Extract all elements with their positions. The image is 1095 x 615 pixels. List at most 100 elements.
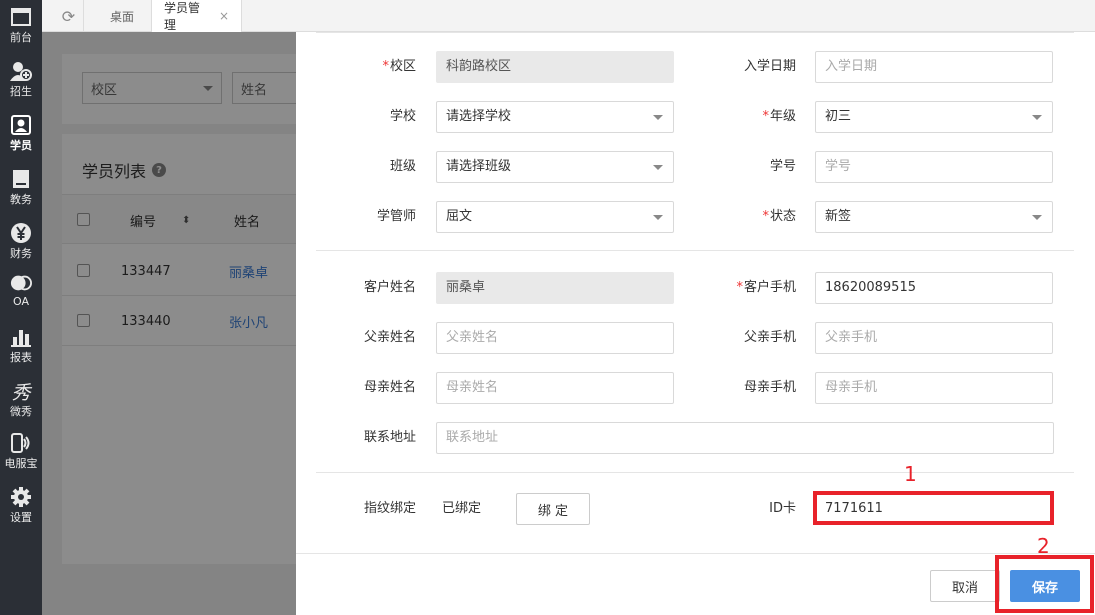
xiu-icon: 秀 — [11, 381, 31, 404]
bar-chart-icon — [10, 326, 32, 348]
chat-icon — [10, 272, 32, 294]
tab-label: 桌面 — [110, 9, 135, 24]
grade-label-text: 年级 — [769, 109, 796, 124]
gear-icon — [10, 486, 32, 508]
customer-name-label: 客户姓名 — [363, 280, 416, 295]
address-field[interactable]: 联系地址 — [436, 422, 1054, 454]
tab-label: 学员管理 — [164, 1, 201, 32]
sidebar-item-enrollment[interactable]: 招生 — [0, 56, 42, 110]
customer-phone-label-text: 客户手机 — [743, 280, 796, 295]
mother-name-label: 母亲姓名 — [363, 380, 416, 395]
yen-icon — [10, 222, 32, 244]
class-select-value: 请选择班级 — [446, 159, 512, 174]
sidebar-label: 设置 — [10, 511, 32, 524]
father-name-field[interactable]: 父亲姓名 — [436, 322, 674, 354]
mother-phone-field[interactable]: 母亲手机 — [815, 372, 1053, 404]
annotation-box-2 — [995, 555, 1094, 613]
sidebar-label: 学员 — [10, 139, 32, 152]
fingerprint-label: 指纹绑定 — [363, 501, 416, 516]
sidebar-item-weixiu[interactable]: 秀 微秀 — [0, 376, 42, 430]
status-label: *状态 — [676, 201, 796, 233]
window-icon — [10, 6, 32, 28]
sidebar-label: 前台 — [10, 31, 32, 44]
cancel-button[interactable]: 取消 — [930, 570, 1000, 602]
class-select[interactable]: 请选择班级 — [436, 151, 674, 183]
sidebar-label: 微秀 — [10, 405, 32, 418]
status-label-text: 状态 — [769, 209, 796, 224]
required-mark: * — [736, 280, 743, 295]
tab-bar: ⟳ 桌面 学员管理 × — [42, 0, 1095, 32]
manager-select[interactable]: 屈文 — [436, 201, 674, 233]
mother-phone-label: 母亲手机 — [743, 380, 796, 395]
campus-label-text: 校区 — [389, 59, 416, 74]
father-phone-field[interactable]: 父亲手机 — [815, 322, 1053, 354]
enroll-date-label: 入学日期 — [743, 59, 796, 74]
student-icon — [10, 114, 32, 136]
grade-label: *年级 — [676, 101, 796, 133]
class-label: 班级 — [389, 159, 416, 174]
status-select[interactable]: 新签 — [815, 201, 1053, 233]
chevron-down-icon — [1032, 115, 1042, 120]
student-no-field[interactable]: 学号 — [815, 151, 1053, 183]
sidebar-item-front-desk[interactable]: 前台 — [0, 2, 42, 56]
bind-button[interactable]: 绑 定 — [516, 493, 590, 525]
enroll-date-field[interactable]: 入学日期 — [815, 51, 1053, 83]
status-select-value: 新签 — [825, 209, 852, 224]
left-sidebar: 前台 招生 学员 教务 财务 OA 报表 秀 微秀 电服宝 设置 — [0, 0, 42, 615]
required-mark: * — [762, 209, 769, 224]
annotation-box-1 — [813, 491, 1054, 525]
form-body: *校区 科韵路校区 入学日期 入学日期 学校 请选择学校 *年级 初三 班级 请… — [296, 32, 1095, 552]
sidebar-item-students[interactable]: 学员 — [0, 110, 42, 164]
annotation-number-1: 1 — [904, 462, 917, 486]
sidebar-label: 财务 — [10, 247, 32, 260]
sidebar-item-settings[interactable]: 设置 — [0, 482, 42, 536]
add-user-icon — [10, 60, 32, 82]
modal-overlay[interactable] — [42, 32, 296, 615]
school-select[interactable]: 请选择学校 — [436, 101, 674, 133]
grade-select-value: 初三 — [825, 109, 852, 124]
required-mark: * — [382, 59, 389, 74]
campus-field: 科韵路校区 — [436, 51, 674, 83]
father-phone-label: 父亲手机 — [743, 330, 796, 345]
sidebar-item-academic[interactable]: 教务 — [0, 164, 42, 218]
father-name-label: 父亲姓名 — [363, 330, 416, 345]
sidebar-label: 教务 — [10, 193, 32, 206]
id-card-label: ID卡 — [769, 501, 796, 516]
school-label: 学校 — [389, 109, 416, 124]
grade-select[interactable]: 初三 — [815, 101, 1053, 133]
chevron-down-icon — [1032, 215, 1042, 220]
school-select-value: 请选择学校 — [446, 109, 512, 124]
campus-label: *校区 — [296, 51, 416, 83]
chevron-down-icon — [653, 115, 663, 120]
tab-desktop[interactable]: 桌面 — [98, 0, 152, 32]
chevron-down-icon — [653, 215, 663, 220]
address-label: 联系地址 — [363, 430, 416, 445]
student-no-label: 学号 — [769, 159, 796, 174]
edit-student-drawer: *校区 科韵路校区 入学日期 入学日期 学校 请选择学校 *年级 初三 班级 请… — [296, 32, 1095, 615]
sidebar-item-reports[interactable]: 报表 — [0, 322, 42, 376]
sidebar-item-phone-service[interactable]: 电服宝 — [0, 428, 42, 482]
sidebar-label: 电服宝 — [4, 457, 38, 470]
divider — [316, 32, 1074, 33]
sidebar-item-oa[interactable]: OA — [0, 268, 42, 322]
refresh-icon[interactable]: ⟳ — [54, 0, 84, 32]
required-mark: * — [762, 109, 769, 124]
fingerprint-status: 已绑定 — [442, 501, 482, 516]
customer-name-field: 丽桑卓 — [436, 272, 674, 304]
book-icon — [10, 168, 32, 190]
manager-label: 学管师 — [376, 209, 416, 224]
tab-student-management[interactable]: 学员管理 × — [152, 0, 242, 32]
customer-phone-label: *客户手机 — [676, 272, 796, 304]
manager-select-value: 屈文 — [446, 209, 473, 224]
divider — [316, 250, 1074, 251]
mother-name-field[interactable]: 母亲姓名 — [436, 372, 674, 404]
phone-service-icon — [10, 432, 32, 454]
sidebar-item-finance[interactable]: 财务 — [0, 218, 42, 272]
sidebar-label: OA — [13, 295, 29, 308]
drawer-footer: 取消 保存 — [296, 553, 1095, 615]
sidebar-label: 报表 — [10, 351, 32, 364]
close-icon[interactable]: × — [219, 9, 229, 23]
customer-phone-field[interactable]: 18620089515 — [815, 272, 1053, 304]
sidebar-label: 招生 — [10, 85, 32, 98]
divider — [316, 472, 1074, 473]
